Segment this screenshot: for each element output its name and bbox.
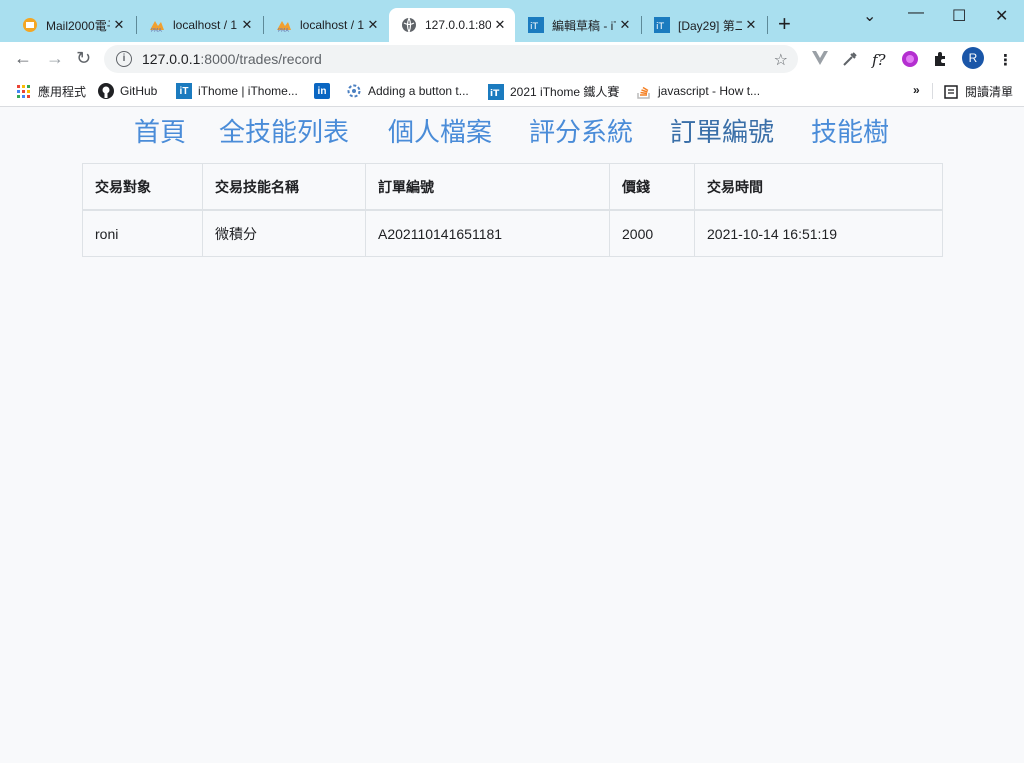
- bookmark-label: 應用程式: [38, 85, 87, 99]
- bookmark-label: javascript - How t...: [658, 84, 761, 98]
- header-skill-name: 交易技能名稱: [202, 163, 366, 211]
- site-nav: 首頁 全技能列表 個人檔案 評分系統 訂單編號 技能樹: [0, 112, 1024, 152]
- svg-text:iT: iT: [490, 89, 500, 99]
- tab-search-chevron-icon[interactable]: ⌄: [863, 6, 876, 26]
- phpmyadmin-icon: PMA: [276, 17, 292, 33]
- apps-grid-icon: [16, 84, 32, 100]
- eyedropper-icon[interactable]: [842, 51, 858, 71]
- tab-title: localhost / 1: [300, 18, 364, 32]
- new-tab-button[interactable]: +: [778, 13, 791, 35]
- close-tab-icon[interactable]: ✕: [110, 17, 128, 33]
- bookmark-ithome[interactable]: iT iThome | iThome...: [176, 83, 298, 99]
- address-bar[interactable]: i 127.0.0.1:8000/trades/record ☆: [104, 45, 798, 73]
- bookmark-ithome-2021[interactable]: iT 2021 iThome 鐵人賽: [488, 83, 619, 100]
- svg-text:iT: iT: [530, 22, 539, 32]
- svg-text:PMA: PMA: [151, 28, 162, 33]
- header-trade-time: 交易時間: [694, 163, 943, 211]
- tab-strip: Mail2000電子 ✕ PMA localhost / 1 ✕ PMA loc…: [0, 0, 1024, 42]
- nav-skill-tree[interactable]: 技能樹: [811, 112, 889, 149]
- table-row: roni 微積分 A202110141651181 2000 2021-10-1…: [82, 209, 943, 257]
- bookmark-label: iThome | iThome...: [198, 84, 298, 98]
- close-tab-icon[interactable]: ✕: [238, 17, 256, 33]
- reading-list-icon: [943, 84, 959, 100]
- tab-mail2000[interactable]: Mail2000電子 ✕: [10, 8, 134, 42]
- ithome-icon: iT: [488, 83, 504, 100]
- tab-localhost-1[interactable]: PMA localhost / 1 ✕: [137, 8, 262, 42]
- back-arrow-icon[interactable]: ←: [14, 48, 32, 69]
- ithome-icon: iT: [176, 83, 192, 99]
- trades-table: 交易對象 交易技能名稱 訂單編號 價錢 交易時間 roni 微積分 A20211…: [82, 163, 943, 257]
- close-tab-icon[interactable]: ✕: [491, 17, 509, 33]
- nav-profile[interactable]: 個人檔案: [388, 112, 492, 149]
- tab-day29[interactable]: iT [Day29] 第二 ✕: [642, 8, 766, 42]
- url-path: :8000/trades/record: [200, 51, 322, 67]
- maximize-icon[interactable]: ☐: [952, 6, 966, 26]
- url-text[interactable]: 127.0.0.1:8000/trades/record: [142, 51, 322, 67]
- close-tab-icon[interactable]: ✕: [742, 17, 760, 33]
- profile-avatar[interactable]: R: [962, 47, 984, 69]
- forward-arrow-icon[interactable]: →: [46, 48, 64, 69]
- cell-trade-partner: roni: [82, 209, 203, 257]
- tab-active-localhost[interactable]: 127.0.0.1:80 ✕: [389, 8, 515, 42]
- tab-edit-draft[interactable]: iT 編輯草稿 - iT ✕: [516, 8, 640, 42]
- nav-all-skills[interactable]: 全技能列表: [219, 112, 349, 149]
- nav-order-number[interactable]: 訂單編號: [670, 112, 774, 149]
- header-trade-partner: 交易對象: [82, 163, 203, 211]
- header-price: 價錢: [609, 163, 695, 211]
- cell-trade-time: 2021-10-14 16:51:19: [694, 209, 943, 257]
- stackoverflow-icon: [636, 83, 652, 99]
- phpmyadmin-icon: PMA: [149, 17, 165, 33]
- tab-separator: [767, 16, 768, 34]
- tab-title: 編輯草稿 - iT: [552, 18, 616, 33]
- close-tab-icon[interactable]: ✕: [616, 17, 634, 33]
- cell-price: 2000: [609, 209, 695, 257]
- bookmark-label: 2021 iThome 鐵人賽: [510, 85, 620, 99]
- close-window-icon[interactable]: ✕: [995, 6, 1008, 26]
- bookmark-adding-button[interactable]: Adding a button t...: [346, 83, 469, 99]
- tab-title: 127.0.0.1:80: [425, 18, 491, 32]
- ithome-icon: iT: [654, 17, 670, 33]
- tab-title: [Day29] 第二: [678, 18, 742, 33]
- tab-localhost-2[interactable]: PMA localhost / 1 ✕: [264, 8, 388, 42]
- linkedin-icon: in: [314, 83, 330, 99]
- svg-text:PMA: PMA: [278, 28, 289, 33]
- github-icon: [98, 83, 114, 99]
- reading-list[interactable]: 閱讀清單: [943, 83, 1013, 100]
- nav-home[interactable]: 首頁: [134, 112, 186, 149]
- bookmarks-bar: 應用程式 GitHub iT iThome | iThome... in Add…: [0, 76, 1024, 107]
- tab-title: Mail2000電子: [46, 18, 110, 33]
- extensions-puzzle-icon[interactable]: [932, 51, 948, 71]
- more-bookmarks-chevron-icon[interactable]: »: [913, 83, 920, 97]
- cell-order-number: A202110141651181: [365, 209, 610, 257]
- bookmark-divider: [932, 83, 933, 99]
- bookmark-github[interactable]: GitHub: [98, 83, 157, 99]
- ithome-icon: iT: [528, 17, 544, 33]
- extension-purple-icon[interactable]: [902, 51, 918, 71]
- site-info-icon[interactable]: i: [116, 51, 132, 67]
- bookmark-label: GitHub: [120, 84, 158, 98]
- bookmark-apps[interactable]: 應用程式: [16, 83, 86, 100]
- bookmark-star-icon[interactable]: ☆: [774, 50, 788, 70]
- font-finder-icon[interactable]: f?: [872, 51, 886, 69]
- cell-skill-name: 微積分: [202, 209, 366, 257]
- tab-title: localhost / 1: [173, 18, 238, 32]
- browser-toolbar: ← → ↻ i 127.0.0.1:8000/trades/record ☆ f…: [0, 42, 1024, 76]
- bookmark-javascript-how[interactable]: javascript - How t...: [636, 83, 760, 99]
- reload-icon[interactable]: ↻: [76, 48, 91, 69]
- reading-list-label: 閱讀清單: [965, 85, 1014, 99]
- kebab-menu-icon[interactable]: ⋮: [998, 51, 1013, 69]
- bookmark-linkedin[interactable]: in: [314, 83, 336, 99]
- gear-bookmark-icon: [346, 83, 362, 99]
- header-order-number: 訂單編號: [365, 163, 610, 211]
- bookmark-label: Adding a button t...: [368, 84, 469, 98]
- mail-icon: [22, 17, 38, 33]
- svg-text:iT: iT: [656, 22, 665, 32]
- table-header-row: 交易對象 交易技能名稱 訂單編號 價錢 交易時間: [82, 163, 943, 211]
- minimize-icon[interactable]: —: [908, 4, 924, 22]
- nav-rating-system[interactable]: 評分系統: [529, 112, 633, 149]
- url-host: 127.0.0.1: [142, 51, 201, 67]
- close-tab-icon[interactable]: ✕: [364, 17, 382, 33]
- vue-devtools-icon[interactable]: [812, 51, 828, 69]
- globe-icon: [401, 17, 417, 33]
